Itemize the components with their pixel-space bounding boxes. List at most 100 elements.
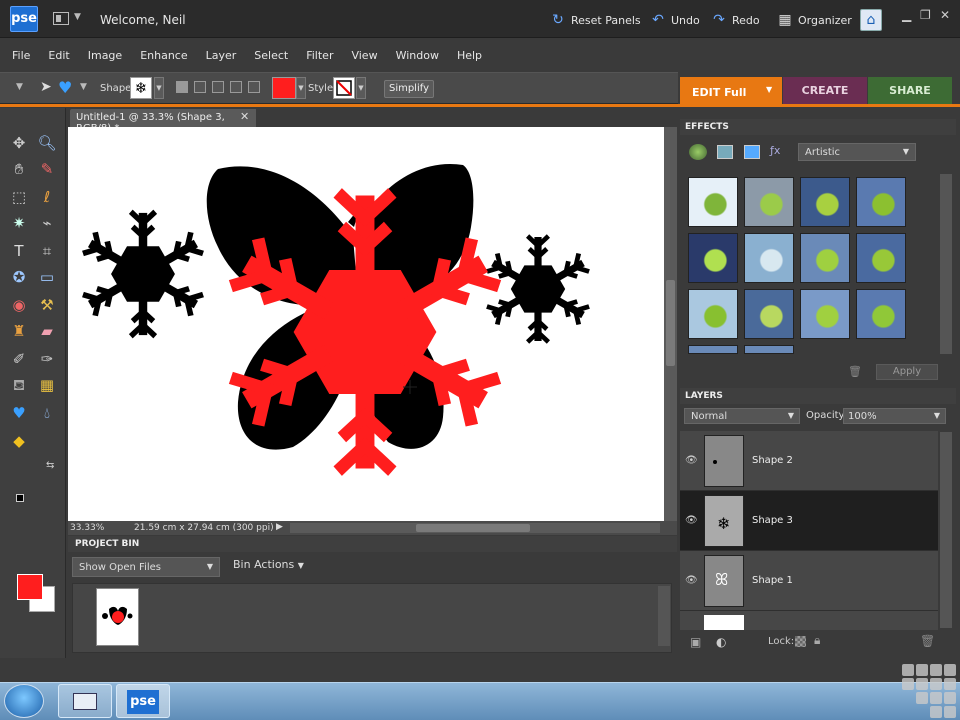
new-layer-icon[interactable]: ▣	[690, 635, 701, 649]
bin-scrollbar[interactable]	[658, 586, 670, 646]
blend-mode-dropdown[interactable]: Normal ▼	[684, 408, 800, 424]
layout-icon[interactable]	[53, 12, 69, 25]
zoom-level[interactable]: 33.33%	[70, 523, 104, 533]
layer-row[interactable]: 👁︎ Shape 2	[680, 431, 938, 491]
effect-thumbnail[interactable]	[800, 177, 850, 227]
document-canvas[interactable]	[68, 127, 664, 521]
menu-image[interactable]: Image	[88, 49, 122, 62]
cookie-cutter-tool-icon[interactable]: ✪	[8, 266, 30, 288]
layer-row[interactable]: 👁︎ ꕤ Shape 1	[680, 551, 938, 611]
effect-thumbnail[interactable]	[688, 177, 738, 227]
close-document-icon[interactable]: ✕	[240, 110, 249, 123]
effects-category-dropdown[interactable]: Artistic ▼	[798, 143, 916, 161]
adjustment-layer-icon[interactable]: ◐	[716, 635, 726, 649]
paint-bucket-tool-icon[interactable]: ⛾	[8, 374, 30, 396]
shape-tool-dropdown-icon[interactable]: ▼	[80, 82, 87, 92]
effect-thumbnail[interactable]	[688, 289, 738, 339]
type-tool-icon[interactable]: T	[8, 240, 30, 262]
blur-tool-icon[interactable]: 💧︎	[36, 402, 58, 424]
custom-shape-tool-icon[interactable]: ♥	[8, 402, 30, 424]
quick-selection-tool-icon[interactable]: ⌁	[36, 212, 58, 234]
apply-button[interactable]: Apply	[876, 364, 938, 380]
shape-picker[interactable]: ❄	[130, 77, 152, 99]
effect-thumbnail[interactable]	[744, 233, 794, 283]
clone-stamp-tool-icon[interactable]: ♜	[8, 320, 30, 342]
menu-filter[interactable]: Filter	[306, 49, 333, 62]
all-effects-icon[interactable]: ƒx	[770, 144, 788, 160]
layers-scrollbar[interactable]	[940, 432, 952, 628]
filters-icon[interactable]	[689, 144, 707, 160]
effect-thumbnail[interactable]	[800, 233, 850, 283]
reset-panels-button[interactable]: ↻ Reset Panels	[550, 11, 641, 29]
tab-create[interactable]: CREATE	[783, 77, 867, 104]
effect-thumbnail[interactable]	[856, 177, 906, 227]
open-file-thumbnail[interactable]	[96, 588, 139, 646]
organizer-button[interactable]: ▦ Organizer	[777, 11, 851, 29]
sponge-tool-icon[interactable]: ◆	[8, 430, 30, 452]
menu-edit[interactable]: Edit	[48, 49, 69, 62]
undo-button[interactable]: ↶ Undo	[650, 11, 700, 29]
smart-brush-tool-icon[interactable]: ✑	[36, 348, 58, 370]
home-icon[interactable]: ⌂	[860, 9, 882, 31]
lasso-tool-icon[interactable]: ℓ	[36, 186, 58, 208]
healing-brush-tool-icon[interactable]: ⚒	[36, 294, 58, 316]
simplify-button[interactable]: Simplify	[384, 80, 434, 98]
straighten-tool-icon[interactable]: ▭	[36, 266, 58, 288]
effect-thumbnail[interactable]	[744, 345, 794, 354]
crop-tool-icon[interactable]: ⌗	[36, 240, 58, 262]
style-picker[interactable]	[333, 77, 355, 99]
effect-thumbnail[interactable]	[856, 233, 906, 283]
taskbar-explorer[interactable]	[58, 684, 112, 718]
hand-tool-icon[interactable]: ✋︎	[8, 158, 30, 180]
menu-window[interactable]: Window	[396, 49, 439, 62]
trash-icon[interactable]: 🗑︎	[920, 634, 935, 648]
new-layer-mode-icon[interactable]	[176, 81, 188, 93]
effect-thumbnail[interactable]	[688, 233, 738, 283]
shape-picker-dropdown-icon[interactable]: ▼	[154, 77, 164, 99]
photo-effects-icon[interactable]	[744, 145, 760, 159]
canvas-horizontal-scroll-thumb[interactable]	[416, 524, 530, 532]
default-colors-icon[interactable]	[16, 494, 24, 502]
add-mode-icon[interactable]	[194, 81, 206, 93]
menu-select[interactable]: Select	[254, 49, 288, 62]
menu-enhance[interactable]: Enhance	[140, 49, 187, 62]
lock-icon[interactable]: 🔒︎	[814, 633, 820, 648]
minimize-icon[interactable]: ▁	[902, 8, 911, 22]
eye-icon[interactable]: 👁︎	[685, 575, 698, 586]
marquee-tool-icon[interactable]: ⬚	[8, 186, 30, 208]
style-dropdown-icon[interactable]: ▼	[356, 77, 366, 99]
layer-row[interactable]: 👁︎ ❄ Shape 3	[680, 491, 938, 551]
menu-layer[interactable]: Layer	[206, 49, 237, 62]
brush-tool-icon[interactable]: ✐	[8, 348, 30, 370]
effect-thumbnail[interactable]	[744, 177, 794, 227]
color-dropdown-icon[interactable]: ▼	[296, 77, 306, 99]
subtract-mode-icon[interactable]	[212, 81, 224, 93]
menu-help[interactable]: Help	[457, 49, 482, 62]
opacity-input[interactable]: 100% ▼	[843, 408, 946, 424]
redo-button[interactable]: ↷ Redo	[711, 11, 760, 29]
bin-actions-menu[interactable]: Bin Actions ▼	[233, 558, 304, 571]
trash-icon[interactable]: 🗑︎	[848, 365, 862, 378]
layer-row[interactable]	[680, 611, 938, 630]
start-button[interactable]	[4, 684, 44, 718]
eyedropper-tool-icon[interactable]: ✎	[36, 158, 58, 180]
foreground-color-swatch[interactable]	[17, 574, 43, 600]
menu-file[interactable]: File	[12, 49, 30, 62]
shape-color-swatch[interactable]	[272, 77, 296, 99]
swap-colors-icon[interactable]: ⇆	[46, 460, 54, 471]
eye-icon[interactable]: 👁︎	[685, 455, 698, 466]
intersect-mode-icon[interactable]	[230, 81, 242, 93]
tab-share[interactable]: SHARE	[868, 77, 952, 104]
close-icon[interactable]: ✕	[940, 8, 950, 22]
exclude-mode-icon[interactable]	[248, 81, 260, 93]
heart-shape-icon[interactable]: ♥	[58, 78, 72, 97]
layout-dropdown-icon[interactable]: ▼	[74, 12, 81, 22]
effect-thumbnail[interactable]	[800, 289, 850, 339]
arrow-tool-icon[interactable]: ➤	[40, 79, 52, 95]
gradient-tool-icon[interactable]: ▦	[36, 374, 58, 396]
zoom-tool-icon[interactable]: 🔍︎	[36, 132, 58, 154]
canvas-vertical-scroll-thumb[interactable]	[666, 280, 675, 366]
taskbar-pse[interactable]: pse	[116, 684, 170, 718]
restore-icon[interactable]: ❐	[920, 8, 931, 22]
lock-transparency-icon[interactable]	[795, 636, 806, 647]
